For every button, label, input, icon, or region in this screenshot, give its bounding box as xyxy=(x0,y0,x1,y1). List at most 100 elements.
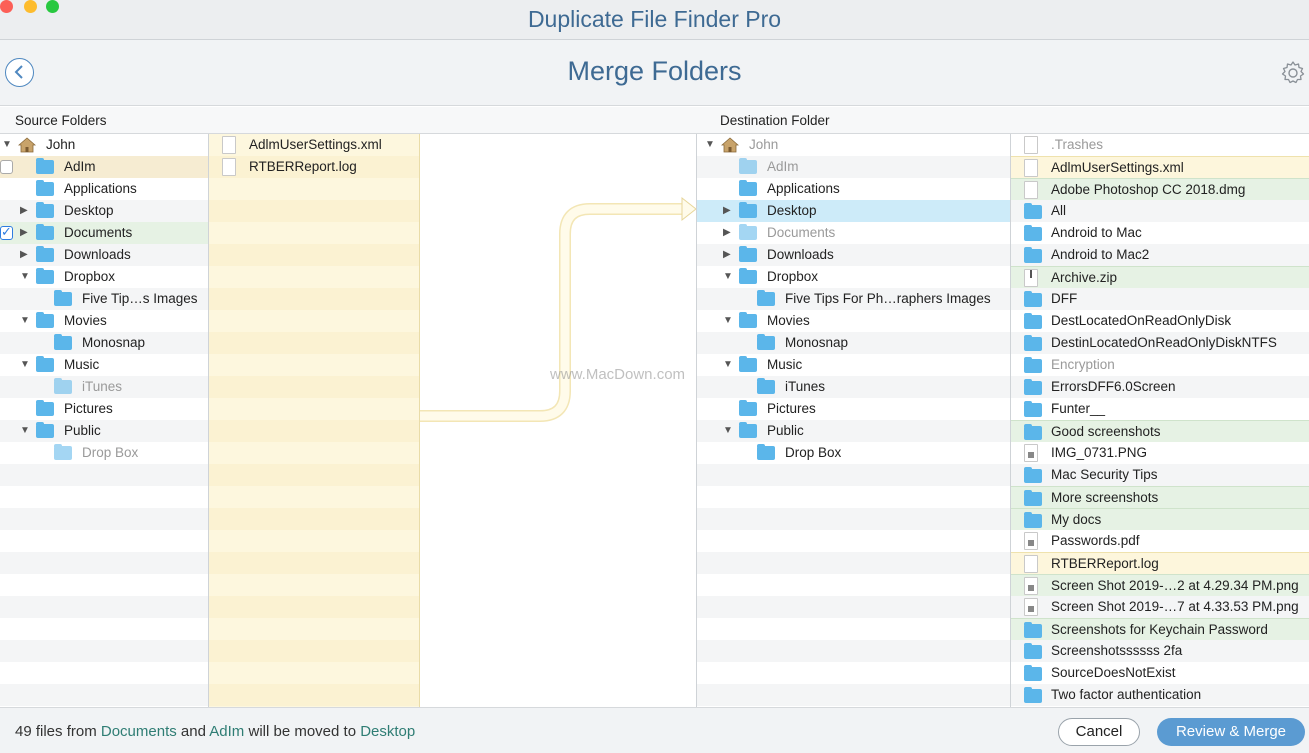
tree-row[interactable]: Monosnap xyxy=(697,332,1010,354)
disclosure-expanded-icon[interactable]: ▼ xyxy=(20,359,30,371)
folder-checkbox[interactable] xyxy=(0,160,13,174)
tree-row[interactable]: Five Tips For Ph…raphers Images xyxy=(697,288,1010,310)
folder-icon xyxy=(739,268,757,284)
tree-row[interactable]: ▼ John xyxy=(0,134,208,156)
file-row[interactable]: Two factor authentication xyxy=(1011,684,1309,706)
file-row[interactable]: My docs xyxy=(1011,508,1309,530)
file-row[interactable]: DestinLocatedOnReadOnlyDiskNTFS xyxy=(1011,332,1309,354)
file-item-label: Archive.zip xyxy=(1051,270,1118,285)
tree-row[interactable]: Applications xyxy=(0,178,208,200)
disclosure-collapsed-icon[interactable]: ▶ xyxy=(723,205,733,217)
tree-item-label: Monosnap xyxy=(82,335,146,350)
source-files-panel: AdlmUserSettings.xml RTBERReport.log xyxy=(209,134,419,707)
folder-checkbox[interactable] xyxy=(0,224,13,240)
folder-icon xyxy=(1024,291,1042,307)
tree-row[interactable]: Five Tip…s Images xyxy=(0,288,208,310)
summary-message: 49 files from Documents and AdIm will be… xyxy=(15,723,415,740)
file-row xyxy=(209,420,419,442)
file-row[interactable]: DestLocatedOnReadOnlyDisk xyxy=(1011,310,1309,332)
disclosure-expanded-icon[interactable]: ▼ xyxy=(2,139,12,151)
file-row[interactable]: AdlmUserSettings.xml xyxy=(1011,156,1309,178)
tree-row[interactable]: ▼ Public xyxy=(697,420,1010,442)
file-row[interactable]: All xyxy=(1011,200,1309,222)
file-row[interactable]: Screenshotssssss 2fa xyxy=(1011,640,1309,662)
tree-item-label: Downloads xyxy=(767,247,834,262)
tree-row[interactable]: Pictures xyxy=(0,398,208,420)
file-row[interactable]: Screenshots for Keychain Password xyxy=(1011,618,1309,640)
file-row[interactable]: Screen Shot 2019-…7 at 4.33.53 PM.png xyxy=(1011,596,1309,618)
disclosure-collapsed-icon[interactable]: ▶ xyxy=(20,227,30,239)
tree-item-label: Desktop xyxy=(767,203,817,218)
file-row[interactable]: RTBERReport.log xyxy=(209,156,419,178)
disclosure-expanded-icon[interactable]: ▼ xyxy=(723,271,733,283)
disclosure-expanded-icon[interactable]: ▼ xyxy=(20,271,30,283)
file-row[interactable]: Android to Mac xyxy=(1011,222,1309,244)
tree-item-label: Pictures xyxy=(64,401,113,416)
file-row[interactable]: Mac Security Tips xyxy=(1011,464,1309,486)
tree-row[interactable]: ▶ Documents xyxy=(0,222,208,244)
tree-row[interactable]: ▼ Movies xyxy=(697,310,1010,332)
tree-row[interactable]: ▼ Dropbox xyxy=(697,266,1010,288)
file-row[interactable]: SourceDoesNotExist xyxy=(1011,662,1309,684)
review-merge-button[interactable]: Review & Merge xyxy=(1157,718,1305,746)
tree-row[interactable]: ▶ Downloads xyxy=(0,244,208,266)
tree-row[interactable]: ▶ Documents xyxy=(697,222,1010,244)
tree-row[interactable]: Monosnap xyxy=(0,332,208,354)
tree-row[interactable]: ▼ John xyxy=(697,134,1010,156)
tree-row[interactable]: ▼ Public xyxy=(0,420,208,442)
tree-row xyxy=(0,574,208,596)
tree-row[interactable]: ▼ Music xyxy=(0,354,208,376)
disclosure-expanded-icon[interactable]: ▼ xyxy=(705,139,715,151)
file-row[interactable]: IMG_0731.PNG xyxy=(1011,442,1309,464)
file-row[interactable]: More screenshots xyxy=(1011,486,1309,508)
tree-row[interactable]: ▼ Movies xyxy=(0,310,208,332)
tree-row[interactable]: ▶ Desktop xyxy=(697,200,1010,222)
file-row[interactable]: DFF xyxy=(1011,288,1309,310)
disclosure-expanded-icon[interactable]: ▼ xyxy=(723,425,733,437)
file-row[interactable]: Screen Shot 2019-…2 at 4.29.34 PM.png xyxy=(1011,574,1309,596)
disclosure-expanded-icon[interactable]: ▼ xyxy=(723,359,733,371)
tree-row[interactable]: ▶ Desktop xyxy=(0,200,208,222)
tree-row[interactable]: ▶ Downloads xyxy=(697,244,1010,266)
file-row[interactable]: Archive.zip xyxy=(1011,266,1309,288)
disclosure-collapsed-icon[interactable]: ▶ xyxy=(723,227,733,239)
folder-icon xyxy=(739,422,757,438)
tree-row[interactable]: Pictures xyxy=(697,398,1010,420)
file-row[interactable]: Funter__ xyxy=(1011,398,1309,420)
disclosure-collapsed-icon[interactable]: ▶ xyxy=(20,249,30,261)
file-row[interactable]: Passwords.pdf xyxy=(1011,530,1309,552)
disclosure-collapsed-icon[interactable]: ▶ xyxy=(723,249,733,261)
file-row[interactable]: Android to Mac2 xyxy=(1011,244,1309,266)
file-row[interactable]: RTBERReport.log xyxy=(1011,552,1309,574)
title-bar: Duplicate File Finder Pro xyxy=(0,0,1309,40)
file-item-label: Mac Security Tips xyxy=(1051,467,1158,482)
file-item-label: RTBERReport.log xyxy=(1051,556,1159,571)
disclosure-collapsed-icon[interactable]: ▶ xyxy=(20,205,30,217)
file-item-label: Good screenshots xyxy=(1051,424,1161,439)
file-row[interactable]: Adobe Photoshop CC 2018.dmg xyxy=(1011,178,1309,200)
gear-icon[interactable] xyxy=(1280,60,1306,86)
tree-row[interactable]: Drop Box xyxy=(697,442,1010,464)
tree-row[interactable]: AdIm xyxy=(697,156,1010,178)
folder-icon xyxy=(757,378,775,394)
file-row xyxy=(209,640,419,662)
tree-row[interactable]: ▼ Music xyxy=(697,354,1010,376)
file-row[interactable]: AdlmUserSettings.xml xyxy=(209,134,419,156)
disclosure-expanded-icon[interactable]: ▼ xyxy=(723,315,733,327)
tree-row xyxy=(0,486,208,508)
file-row[interactable]: .Trashes xyxy=(1011,134,1309,156)
tree-row[interactable]: AdIm xyxy=(0,156,208,178)
tree-row[interactable]: iTunes xyxy=(0,376,208,398)
tree-row[interactable]: Applications xyxy=(697,178,1010,200)
tree-row[interactable]: ▼ Dropbox xyxy=(0,266,208,288)
tree-row[interactable]: Drop Box xyxy=(0,442,208,464)
cancel-button[interactable]: Cancel xyxy=(1058,718,1140,746)
file-row[interactable]: ErrorsDFF6.0Screen xyxy=(1011,376,1309,398)
file-row[interactable]: Encryption xyxy=(1011,354,1309,376)
disclosure-expanded-icon[interactable]: ▼ xyxy=(20,425,30,437)
file-row[interactable]: Good screenshots xyxy=(1011,420,1309,442)
file-row xyxy=(209,442,419,464)
tree-row[interactable]: iTunes xyxy=(697,376,1010,398)
tree-item-label: Drop Box xyxy=(82,445,139,460)
disclosure-expanded-icon[interactable]: ▼ xyxy=(20,315,30,327)
